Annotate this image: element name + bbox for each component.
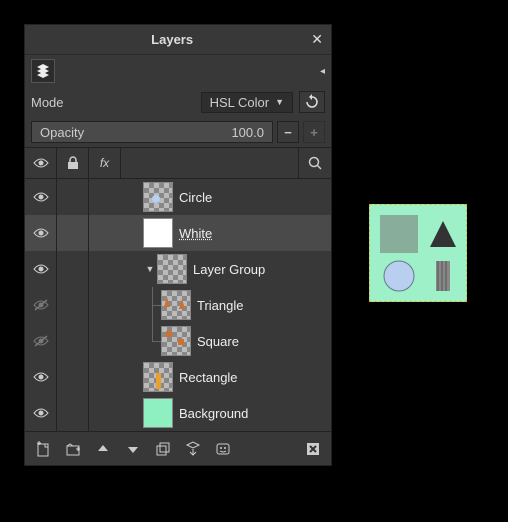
link-cell[interactable]: [57, 323, 89, 359]
layers-tab-icon[interactable]: [31, 59, 55, 83]
mode-value: HSL Color: [210, 95, 269, 110]
opacity-slider[interactable]: Opacity 100.0: [31, 121, 273, 143]
layer-row[interactable]: ▼ Layer Group: [25, 251, 331, 287]
tab-row: ◂: [25, 55, 331, 87]
visibility-toggle[interactable]: [25, 359, 57, 395]
layer-name[interactable]: Square: [197, 334, 239, 349]
link-cell[interactable]: [57, 215, 89, 251]
link-cell[interactable]: [57, 287, 89, 323]
indent: [89, 323, 161, 359]
layer-name[interactable]: Background: [179, 406, 248, 421]
canvas-preview: [369, 204, 467, 302]
panel-title: Layers: [151, 32, 193, 47]
layer-name[interactable]: Layer Group: [193, 262, 265, 277]
layer-row[interactable]: Triangle: [25, 287, 331, 323]
visibility-toggle[interactable]: [25, 215, 57, 251]
mode-reset-button[interactable]: [299, 91, 325, 113]
opacity-label: Opacity: [40, 125, 84, 140]
visibility-toggle[interactable]: [25, 179, 57, 215]
layers-panel: Layers ✕ ◂ Mode HSL Color ▼ Opacity 100.…: [24, 24, 332, 466]
link-cell[interactable]: [57, 359, 89, 395]
layer-name[interactable]: Triangle: [197, 298, 243, 313]
lower-layer-button[interactable]: [121, 437, 145, 461]
mask-layer-button[interactable]: [211, 437, 235, 461]
layer-row[interactable]: Background: [25, 395, 331, 431]
opacity-increment[interactable]: +: [303, 121, 325, 143]
link-cell[interactable]: [57, 395, 89, 431]
visibility-header[interactable]: [25, 147, 57, 179]
opacity-row: Opacity 100.0 − +: [25, 117, 331, 147]
opacity-value: 100.0: [231, 125, 264, 140]
indent: [89, 395, 143, 431]
mode-label: Mode: [31, 95, 64, 110]
indent: [89, 359, 143, 395]
layer-name[interactable]: Rectangle: [179, 370, 238, 385]
lock-header[interactable]: [57, 147, 89, 179]
layers-list: Circle White ▼ Layer Group Triangle Square Rec…: [25, 179, 331, 431]
layer-row[interactable]: Circle: [25, 179, 331, 215]
indent: [89, 179, 143, 215]
expander-icon[interactable]: ▼: [143, 264, 157, 274]
mode-row: Mode HSL Color ▼: [25, 87, 331, 117]
bottom-toolbar: [25, 431, 331, 465]
layer-name[interactable]: White: [179, 226, 212, 241]
indent: [89, 215, 143, 251]
merge-layer-button[interactable]: [181, 437, 205, 461]
visibility-toggle[interactable]: [25, 287, 57, 323]
fx-header[interactable]: fx: [89, 147, 121, 179]
delete-layer-button[interactable]: [301, 437, 325, 461]
opacity-decrement[interactable]: −: [277, 121, 299, 143]
new-layer-button[interactable]: [31, 437, 55, 461]
chevron-down-icon: ▼: [275, 97, 284, 107]
search-button[interactable]: [299, 147, 331, 179]
layer-row[interactable]: Rectangle: [25, 359, 331, 395]
layer-header-row: fx: [25, 147, 331, 179]
toolbar-spacer: [241, 437, 295, 461]
layer-row[interactable]: White: [25, 215, 331, 251]
link-cell[interactable]: [57, 179, 89, 215]
layer-row[interactable]: Square: [25, 323, 331, 359]
mode-select[interactable]: HSL Color ▼: [201, 92, 293, 113]
indent: [89, 287, 161, 323]
raise-layer-button[interactable]: [91, 437, 115, 461]
visibility-toggle[interactable]: [25, 323, 57, 359]
visibility-toggle[interactable]: [25, 251, 57, 287]
visibility-toggle[interactable]: [25, 395, 57, 431]
duplicate-layer-button[interactable]: [151, 437, 175, 461]
link-cell[interactable]: [57, 251, 89, 287]
indent: ▼: [89, 251, 157, 287]
tab-menu-icon[interactable]: ◂: [320, 66, 325, 77]
new-group-button[interactable]: [61, 437, 85, 461]
close-icon[interactable]: ✕: [311, 31, 323, 48]
layer-name[interactable]: Circle: [179, 190, 212, 205]
titlebar: Layers ✕: [25, 25, 331, 55]
